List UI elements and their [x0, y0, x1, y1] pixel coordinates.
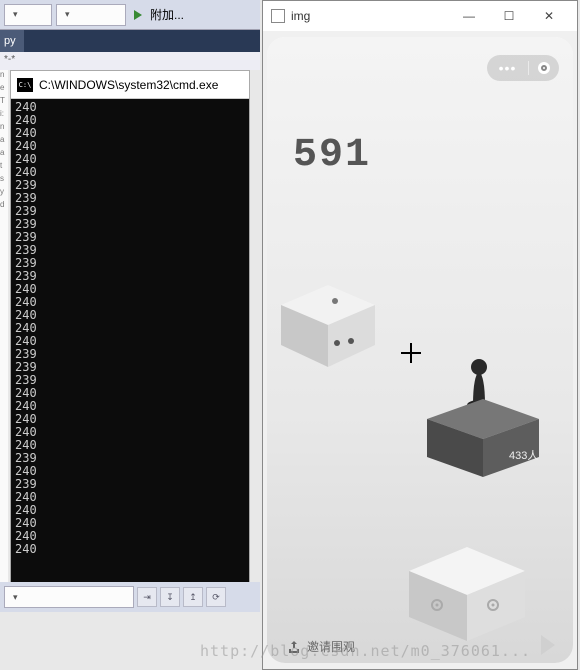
cube-light-2: [409, 547, 525, 641]
cmd-line: 240: [15, 335, 245, 348]
menu-dots-icon[interactable]: •••: [487, 60, 528, 76]
play-icon[interactable]: [134, 10, 142, 20]
cmd-line: 240: [15, 309, 245, 322]
cmd-titlebar[interactable]: C:\ C:\WINDOWS\system32\cmd.exe: [11, 71, 249, 99]
window-icon: [271, 9, 285, 23]
step-icon-4[interactable]: ⟳: [206, 587, 226, 607]
cmd-line: 239: [15, 478, 245, 491]
invite-label: 邀请围观: [307, 638, 355, 655]
step-icon-2[interactable]: ↧: [160, 587, 180, 607]
cmd-line: 239: [15, 231, 245, 244]
cube-light-1: [281, 285, 375, 367]
cmd-line: 240: [15, 504, 245, 517]
phone-screenshot: ••• 591: [267, 37, 573, 663]
cmd-line: 239: [15, 374, 245, 387]
cmd-line: 239: [15, 257, 245, 270]
cmd-line: 239: [15, 218, 245, 231]
cmd-line: 239: [15, 244, 245, 257]
step-icon-1[interactable]: ⇥: [137, 587, 157, 607]
miniapp-capsule[interactable]: •••: [487, 55, 559, 81]
img-window: img — ☐ ✕ ••• 591: [262, 0, 578, 670]
cmd-title-text: C:\WINDOWS\system32\cmd.exe: [39, 78, 218, 92]
step-icon-3[interactable]: ↥: [183, 587, 203, 607]
cmd-line: 239: [15, 205, 245, 218]
cmd-output: 2402402402402402402392392392392392392392…: [11, 99, 249, 583]
cube-dark-platform: 433人: [427, 347, 539, 477]
cmd-line: 240: [15, 543, 245, 556]
minimize-button[interactable]: —: [449, 1, 489, 31]
crosshair-icon: [401, 343, 421, 363]
cmd-line: 239: [15, 270, 245, 283]
arrow-icon: [541, 635, 555, 655]
cmd-line: 240: [15, 491, 245, 504]
ide-bottom-toolbar: ⇥ ↧ ↥ ⟳: [0, 582, 260, 612]
tab-py[interactable]: py: [0, 30, 24, 52]
cmd-icon: C:\: [17, 78, 33, 92]
share-icon: [287, 640, 301, 654]
cmd-line: 240: [15, 114, 245, 127]
cmd-line: 239: [15, 361, 245, 374]
editor-tabs: py: [0, 30, 260, 52]
cmd-line: 240: [15, 400, 245, 413]
cmd-line: 240: [15, 387, 245, 400]
cmd-line: 240: [15, 426, 245, 439]
cmd-line: 240: [15, 296, 245, 309]
cmd-line: 240: [15, 283, 245, 296]
combo-1[interactable]: [4, 4, 52, 26]
invite-button[interactable]: 邀请围观: [287, 638, 355, 655]
cmd-line: 239: [15, 179, 245, 192]
maximize-button[interactable]: ☐: [489, 1, 529, 31]
combo-2[interactable]: [56, 4, 126, 26]
cmd-window: C:\ C:\WINDOWS\system32\cmd.exe 24024024…: [10, 70, 250, 582]
cmd-line: 239: [15, 348, 245, 361]
img-window-title: img: [291, 9, 449, 23]
cmd-line: 240: [15, 322, 245, 335]
img-titlebar[interactable]: img — ☐ ✕: [263, 1, 577, 31]
attach-button[interactable]: 附加...: [150, 6, 184, 23]
close-button[interactable]: ✕: [529, 1, 569, 31]
cmd-line: 240: [15, 413, 245, 426]
cmd-line: 240: [15, 101, 245, 114]
cmd-line: 239: [15, 452, 245, 465]
cmd-line: 240: [15, 517, 245, 530]
cmd-line: 240: [15, 530, 245, 543]
cmd-line: 240: [15, 439, 245, 452]
breadcrumb: *-*: [0, 52, 260, 70]
cmd-line: 240: [15, 140, 245, 153]
cmd-line: 240: [15, 127, 245, 140]
bottom-combo[interactable]: [4, 586, 134, 608]
game-score: 591: [293, 133, 371, 178]
cmd-line: 240: [15, 465, 245, 478]
cmd-line: 240: [15, 166, 245, 179]
ide-toolbar: 附加...: [0, 0, 260, 30]
cmd-line: 239: [15, 192, 245, 205]
close-target-icon[interactable]: [529, 62, 559, 74]
cmd-line: 240: [15, 153, 245, 166]
editor-gutter: neTi:naatsyd: [0, 70, 8, 600]
svg-text:433人: 433人: [509, 449, 538, 462]
